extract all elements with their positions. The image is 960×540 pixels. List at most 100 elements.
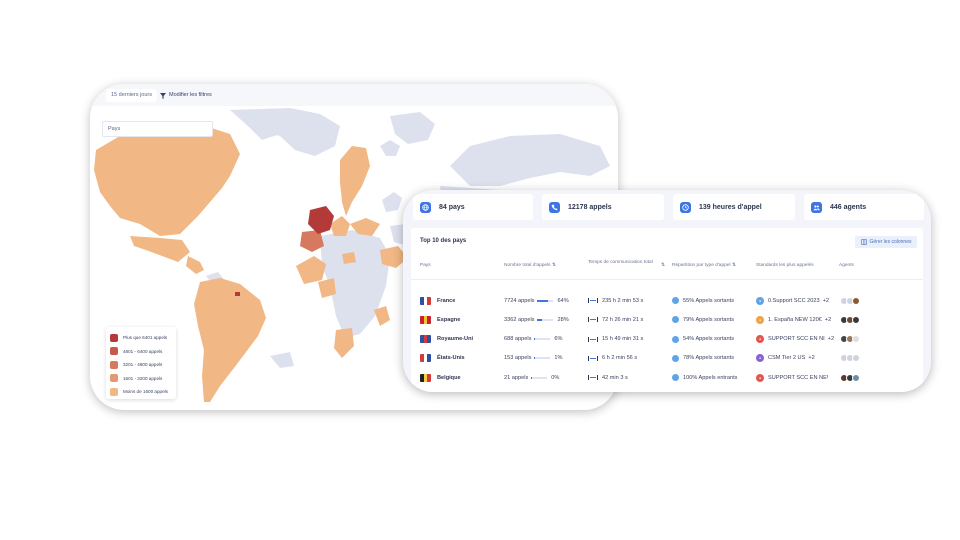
- edit-filters-button[interactable]: Modifier les filtres: [160, 89, 212, 102]
- header-comm-time[interactable]: Temps de communication total: [588, 260, 666, 266]
- standard-name[interactable]: SUPPORT SCC EN NI: [768, 336, 825, 342]
- standard-more[interactable]: +2: [808, 355, 814, 361]
- cell-agents: [840, 349, 860, 368]
- standard-badge-icon: ●: [756, 315, 764, 324]
- time-value: 6 h 2 min 56 s: [602, 355, 638, 362]
- time-value: 15 h 49 min 31 s: [602, 336, 644, 343]
- calls-share-pct: 6%: [554, 336, 563, 343]
- header-comm-time-label: Temps de communication total: [588, 260, 653, 265]
- table-title: Top 10 des pays: [420, 238, 467, 244]
- cell-calls: 688 appels 6%: [504, 330, 562, 349]
- flag-icon: [420, 296, 431, 305]
- cell-country: Royaume-Uni: [420, 330, 473, 349]
- cell-time: 6 h 2 min 56 s: [588, 349, 637, 368]
- legend-swatch: [110, 360, 118, 369]
- cell-time: 3 min 33 s: [588, 388, 628, 393]
- cell-agents: [840, 310, 860, 329]
- standard-more[interactable]: +2: [825, 317, 831, 323]
- agent-avatar[interactable]: [852, 315, 860, 324]
- legend-swatch: [110, 333, 118, 342]
- sort-icon[interactable]: ⇅: [661, 263, 665, 269]
- table-row[interactable]: Royaume-Uni 688 appels 6% 15 h 49 min 31…: [411, 330, 923, 349]
- agent-avatar[interactable]: [852, 373, 860, 382]
- map-legend: Plus que 6401 appels 4801 - 6400 appels …: [106, 327, 176, 399]
- columns-icon: [860, 239, 867, 245]
- split-value: 54% Appels sortants: [683, 336, 734, 343]
- period-chip[interactable]: 15 derniers jours: [106, 89, 157, 102]
- header-agents[interactable]: Agents: [839, 263, 854, 269]
- standard-name[interactable]: SUPPORT SCC EN NEW: [768, 375, 828, 381]
- flag-icon: [420, 335, 431, 344]
- manage-columns-button[interactable]: Gérer les colonnes: [855, 236, 917, 248]
- duration-bar-icon: [588, 355, 598, 361]
- flag-icon: [420, 315, 431, 324]
- legend-label: 4801 - 6400 appels: [123, 348, 163, 354]
- manage-columns-label: Gérer les colonnes: [869, 239, 912, 245]
- country-select[interactable]: Pays: [102, 121, 213, 137]
- legend-swatch: [110, 347, 118, 356]
- agent-avatar[interactable]: [852, 335, 860, 344]
- globe-icon: [420, 201, 431, 213]
- calls-share-bar: [531, 376, 548, 379]
- table-row[interactable]: États-Unis 153 appels 1% 6 h 2 min 56 s …: [411, 349, 923, 368]
- table-row[interactable]: Belgique 21 appels 0% 42 min 3 s 100% Ap…: [411, 368, 923, 387]
- kpi-hours-label: 139 heures d'appel: [699, 203, 762, 211]
- cell-country: Mexique: [420, 388, 459, 393]
- standard-more[interactable]: +2: [828, 336, 834, 342]
- pie-icon: [672, 316, 679, 324]
- cell-country: États-Unis: [420, 349, 465, 368]
- flag-icon: [420, 373, 431, 382]
- cell-standard: ● SUPPORT SCC EN NI +2: [756, 330, 834, 349]
- sort-icon: ⇅: [731, 263, 736, 268]
- cell-split: 55% Appels sortants: [672, 291, 734, 310]
- table-row[interactable]: Espagne 3362 appels 28% 72 h 26 min 21 s…: [411, 310, 923, 329]
- standard-name[interactable]: CSM Tier 2 US: [768, 355, 805, 361]
- legend-swatch: [110, 387, 118, 396]
- users-icon: [811, 201, 822, 213]
- cell-split: 54% Appels sortants: [672, 388, 734, 393]
- header-country[interactable]: Pays: [420, 263, 431, 269]
- kpi-countries-label: 84 pays: [439, 203, 465, 211]
- cell-split: 79% Appels sortants: [672, 310, 734, 329]
- calls-share-bar: [534, 338, 551, 341]
- calls-share-pct: 28%: [557, 316, 569, 323]
- standard-more[interactable]: +2: [823, 298, 829, 304]
- cell-calls: 153 appels 1%: [504, 349, 562, 368]
- standard-name[interactable]: 1. España NEW 120€: [768, 317, 822, 323]
- header-type-split[interactable]: Répartition par type d'appel ⇅: [672, 263, 736, 269]
- cell-agents: [840, 368, 860, 387]
- calls-share-bar: [537, 299, 554, 302]
- kpi-calls: 12178 appels: [542, 194, 664, 220]
- cell-calls: 13 appels 0%: [504, 388, 559, 393]
- standard-name[interactable]: 0.Support SCC 2023: [768, 298, 820, 304]
- agent-avatar[interactable]: [852, 296, 860, 305]
- country-name: France: [437, 297, 456, 304]
- calls-value: 153 appels: [504, 355, 532, 362]
- flag-icon: [420, 354, 431, 363]
- top-countries-table: Top 10 des pays Gérer les colonnes Pays …: [411, 228, 923, 392]
- standard-badge-icon: ●: [756, 354, 764, 363]
- pie-icon: [672, 374, 679, 382]
- cell-calls: 7724 appels 64%: [504, 291, 569, 310]
- cell-standard: ● 1. España NEW 1206202: [756, 388, 831, 393]
- agent-avatar[interactable]: [852, 354, 860, 363]
- duration-bar-icon: [588, 336, 598, 342]
- cell-time: 42 min 3 s: [588, 368, 628, 387]
- header-total-calls[interactable]: Nombre total d'appels ⇅: [504, 263, 570, 269]
- stats-card: 84 pays 12178 appels 139 heures d'appel …: [403, 190, 931, 392]
- header-standards[interactable]: Standards les plus appelés: [756, 263, 814, 269]
- duration-bar-icon: [588, 375, 598, 381]
- table-row[interactable]: France 7724 appels 64% 235 h 2 min 53 s …: [411, 291, 923, 310]
- pie-icon: [672, 297, 679, 304]
- cell-standard: ● CSM Tier 2 US +2: [756, 349, 815, 368]
- cell-country: France: [420, 291, 455, 310]
- country-name: Belgique: [437, 374, 461, 381]
- calls-share-bar: [534, 357, 551, 360]
- table-row[interactable]: Mexique 13 appels 0% 3 min 33 s 54% Appe…: [411, 388, 923, 393]
- kpi-hours: 139 heures d'appel: [673, 194, 795, 220]
- cell-time: 72 h 26 min 21 s: [588, 310, 643, 329]
- country-name: Espagne: [437, 316, 461, 323]
- legend-label: Moins de 1600 appels: [123, 389, 168, 395]
- standard-badge-icon: ●: [756, 335, 764, 344]
- calls-value: 21 appels: [504, 374, 529, 381]
